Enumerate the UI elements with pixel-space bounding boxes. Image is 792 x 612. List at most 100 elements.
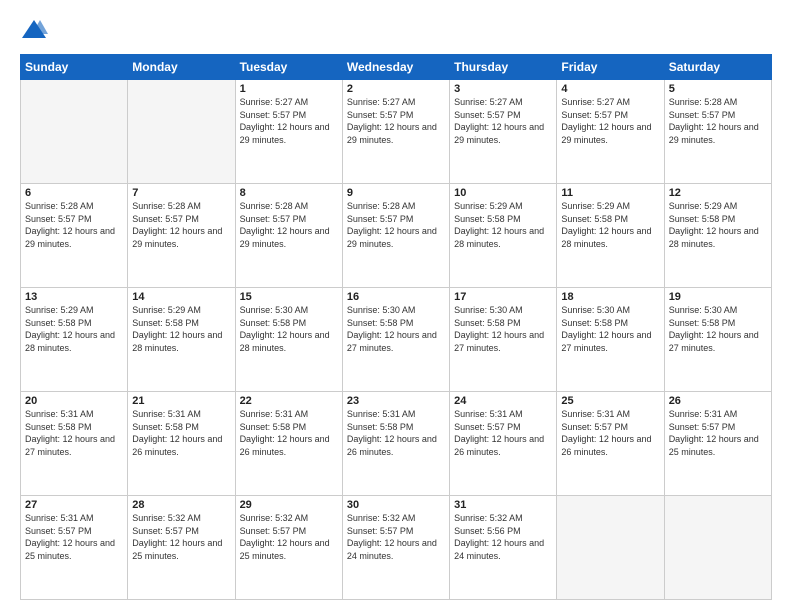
day-info: Sunrise: 5:30 AM Sunset: 5:58 PM Dayligh…	[561, 304, 659, 354]
day-info: Sunrise: 5:32 AM Sunset: 5:57 PM Dayligh…	[347, 512, 445, 562]
calendar-cell: 11Sunrise: 5:29 AM Sunset: 5:58 PM Dayli…	[557, 184, 664, 288]
calendar-header-thursday: Thursday	[450, 55, 557, 80]
day-number: 9	[347, 187, 445, 199]
day-info: Sunrise: 5:29 AM Sunset: 5:58 PM Dayligh…	[25, 304, 123, 354]
calendar-cell: 4Sunrise: 5:27 AM Sunset: 5:57 PM Daylig…	[557, 80, 664, 184]
calendar-cell: 13Sunrise: 5:29 AM Sunset: 5:58 PM Dayli…	[21, 288, 128, 392]
day-number: 22	[240, 395, 338, 407]
day-info: Sunrise: 5:30 AM Sunset: 5:58 PM Dayligh…	[347, 304, 445, 354]
logo	[20, 16, 52, 44]
calendar-cell: 31Sunrise: 5:32 AM Sunset: 5:56 PM Dayli…	[450, 496, 557, 600]
calendar-cell: 17Sunrise: 5:30 AM Sunset: 5:58 PM Dayli…	[450, 288, 557, 392]
page: SundayMondayTuesdayWednesdayThursdayFrid…	[0, 0, 792, 612]
day-info: Sunrise: 5:27 AM Sunset: 5:57 PM Dayligh…	[454, 96, 552, 146]
day-info: Sunrise: 5:31 AM Sunset: 5:57 PM Dayligh…	[25, 512, 123, 562]
calendar-cell: 10Sunrise: 5:29 AM Sunset: 5:58 PM Dayli…	[450, 184, 557, 288]
calendar-cell: 2Sunrise: 5:27 AM Sunset: 5:57 PM Daylig…	[342, 80, 449, 184]
calendar-week-row: 20Sunrise: 5:31 AM Sunset: 5:58 PM Dayli…	[21, 392, 772, 496]
calendar-cell	[664, 496, 771, 600]
day-info: Sunrise: 5:28 AM Sunset: 5:57 PM Dayligh…	[347, 200, 445, 250]
calendar-cell	[21, 80, 128, 184]
day-number: 12	[669, 187, 767, 199]
calendar-cell: 28Sunrise: 5:32 AM Sunset: 5:57 PM Dayli…	[128, 496, 235, 600]
day-info: Sunrise: 5:32 AM Sunset: 5:56 PM Dayligh…	[454, 512, 552, 562]
day-number: 6	[25, 187, 123, 199]
day-info: Sunrise: 5:31 AM Sunset: 5:57 PM Dayligh…	[454, 408, 552, 458]
calendar-cell: 18Sunrise: 5:30 AM Sunset: 5:58 PM Dayli…	[557, 288, 664, 392]
calendar-cell: 21Sunrise: 5:31 AM Sunset: 5:58 PM Dayli…	[128, 392, 235, 496]
calendar-cell: 3Sunrise: 5:27 AM Sunset: 5:57 PM Daylig…	[450, 80, 557, 184]
day-info: Sunrise: 5:31 AM Sunset: 5:58 PM Dayligh…	[240, 408, 338, 458]
calendar-cell: 7Sunrise: 5:28 AM Sunset: 5:57 PM Daylig…	[128, 184, 235, 288]
day-number: 5	[669, 83, 767, 95]
day-number: 13	[25, 291, 123, 303]
calendar-cell	[128, 80, 235, 184]
day-number: 25	[561, 395, 659, 407]
calendar-cell: 25Sunrise: 5:31 AM Sunset: 5:57 PM Dayli…	[557, 392, 664, 496]
day-number: 27	[25, 499, 123, 511]
day-info: Sunrise: 5:29 AM Sunset: 5:58 PM Dayligh…	[454, 200, 552, 250]
day-number: 30	[347, 499, 445, 511]
day-info: Sunrise: 5:27 AM Sunset: 5:57 PM Dayligh…	[240, 96, 338, 146]
calendar-week-row: 1Sunrise: 5:27 AM Sunset: 5:57 PM Daylig…	[21, 80, 772, 184]
calendar-cell: 27Sunrise: 5:31 AM Sunset: 5:57 PM Dayli…	[21, 496, 128, 600]
calendar-cell: 22Sunrise: 5:31 AM Sunset: 5:58 PM Dayli…	[235, 392, 342, 496]
calendar-cell: 6Sunrise: 5:28 AM Sunset: 5:57 PM Daylig…	[21, 184, 128, 288]
calendar-cell: 14Sunrise: 5:29 AM Sunset: 5:58 PM Dayli…	[128, 288, 235, 392]
calendar-cell: 1Sunrise: 5:27 AM Sunset: 5:57 PM Daylig…	[235, 80, 342, 184]
day-info: Sunrise: 5:28 AM Sunset: 5:57 PM Dayligh…	[25, 200, 123, 250]
calendar-week-row: 13Sunrise: 5:29 AM Sunset: 5:58 PM Dayli…	[21, 288, 772, 392]
day-number: 11	[561, 187, 659, 199]
day-number: 14	[132, 291, 230, 303]
day-number: 28	[132, 499, 230, 511]
calendar-cell: 26Sunrise: 5:31 AM Sunset: 5:57 PM Dayli…	[664, 392, 771, 496]
calendar-header-wednesday: Wednesday	[342, 55, 449, 80]
day-number: 3	[454, 83, 552, 95]
day-number: 16	[347, 291, 445, 303]
day-info: Sunrise: 5:31 AM Sunset: 5:58 PM Dayligh…	[25, 408, 123, 458]
calendar-cell: 24Sunrise: 5:31 AM Sunset: 5:57 PM Dayli…	[450, 392, 557, 496]
day-number: 8	[240, 187, 338, 199]
calendar-cell: 19Sunrise: 5:30 AM Sunset: 5:58 PM Dayli…	[664, 288, 771, 392]
logo-icon	[20, 16, 48, 44]
day-info: Sunrise: 5:32 AM Sunset: 5:57 PM Dayligh…	[132, 512, 230, 562]
day-info: Sunrise: 5:31 AM Sunset: 5:57 PM Dayligh…	[669, 408, 767, 458]
day-info: Sunrise: 5:28 AM Sunset: 5:57 PM Dayligh…	[669, 96, 767, 146]
day-number: 23	[347, 395, 445, 407]
day-info: Sunrise: 5:30 AM Sunset: 5:58 PM Dayligh…	[240, 304, 338, 354]
day-info: Sunrise: 5:27 AM Sunset: 5:57 PM Dayligh…	[347, 96, 445, 146]
header	[20, 16, 772, 44]
day-info: Sunrise: 5:29 AM Sunset: 5:58 PM Dayligh…	[132, 304, 230, 354]
calendar-header-tuesday: Tuesday	[235, 55, 342, 80]
calendar-cell: 9Sunrise: 5:28 AM Sunset: 5:57 PM Daylig…	[342, 184, 449, 288]
day-number: 1	[240, 83, 338, 95]
day-info: Sunrise: 5:31 AM Sunset: 5:58 PM Dayligh…	[347, 408, 445, 458]
day-number: 31	[454, 499, 552, 511]
day-number: 15	[240, 291, 338, 303]
calendar-cell: 29Sunrise: 5:32 AM Sunset: 5:57 PM Dayli…	[235, 496, 342, 600]
calendar-cell: 30Sunrise: 5:32 AM Sunset: 5:57 PM Dayli…	[342, 496, 449, 600]
calendar-cell: 23Sunrise: 5:31 AM Sunset: 5:58 PM Dayli…	[342, 392, 449, 496]
day-info: Sunrise: 5:29 AM Sunset: 5:58 PM Dayligh…	[561, 200, 659, 250]
day-number: 4	[561, 83, 659, 95]
day-number: 18	[561, 291, 659, 303]
calendar-cell: 5Sunrise: 5:28 AM Sunset: 5:57 PM Daylig…	[664, 80, 771, 184]
day-number: 24	[454, 395, 552, 407]
calendar-cell: 15Sunrise: 5:30 AM Sunset: 5:58 PM Dayli…	[235, 288, 342, 392]
calendar-header-friday: Friday	[557, 55, 664, 80]
day-number: 26	[669, 395, 767, 407]
calendar-cell	[557, 496, 664, 600]
day-number: 19	[669, 291, 767, 303]
day-info: Sunrise: 5:28 AM Sunset: 5:57 PM Dayligh…	[132, 200, 230, 250]
calendar-week-row: 6Sunrise: 5:28 AM Sunset: 5:57 PM Daylig…	[21, 184, 772, 288]
day-info: Sunrise: 5:30 AM Sunset: 5:58 PM Dayligh…	[669, 304, 767, 354]
day-info: Sunrise: 5:27 AM Sunset: 5:57 PM Dayligh…	[561, 96, 659, 146]
calendar-cell: 12Sunrise: 5:29 AM Sunset: 5:58 PM Dayli…	[664, 184, 771, 288]
calendar-cell: 20Sunrise: 5:31 AM Sunset: 5:58 PM Dayli…	[21, 392, 128, 496]
day-info: Sunrise: 5:30 AM Sunset: 5:58 PM Dayligh…	[454, 304, 552, 354]
day-number: 10	[454, 187, 552, 199]
day-info: Sunrise: 5:32 AM Sunset: 5:57 PM Dayligh…	[240, 512, 338, 562]
day-number: 20	[25, 395, 123, 407]
calendar-table: SundayMondayTuesdayWednesdayThursdayFrid…	[20, 54, 772, 600]
calendar-header-sunday: Sunday	[21, 55, 128, 80]
